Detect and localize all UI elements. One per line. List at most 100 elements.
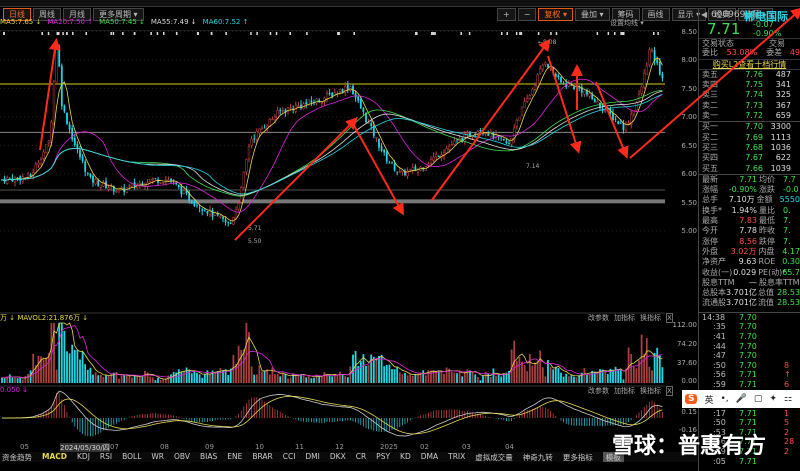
indicator-tab[interactable]: WR bbox=[151, 452, 164, 462]
signal-marker bbox=[653, 32, 655, 35]
indicator-tab[interactable]: OBV bbox=[174, 452, 190, 462]
candle-body bbox=[661, 73, 664, 78]
toolbar-button[interactable]: 复权 ▾ bbox=[538, 8, 573, 21]
indicator-tab[interactable]: TRIX bbox=[448, 452, 465, 462]
candle-body bbox=[162, 182, 165, 184]
volume-bar bbox=[583, 368, 586, 383]
candle-body bbox=[432, 156, 435, 161]
quote-cell: 买五 bbox=[702, 163, 718, 173]
candle-body bbox=[255, 131, 258, 140]
volume-bar bbox=[388, 364, 391, 383]
panel-button[interactable]: 换指标 bbox=[640, 387, 661, 395]
indicator-tab[interactable]: BIAS bbox=[200, 452, 217, 462]
ime-button[interactable]: S bbox=[685, 394, 698, 404]
ime-button[interactable]: •, bbox=[721, 394, 729, 404]
stat-label: PE(动)* bbox=[758, 267, 787, 277]
candle-body bbox=[47, 140, 50, 144]
panel-button[interactable]: 改参数 bbox=[588, 314, 609, 322]
candle-body bbox=[229, 223, 232, 224]
l2-upgrade-link[interactable]: 购买L2查看十档行情 bbox=[699, 58, 800, 69]
tick-volume: 2 bbox=[784, 427, 790, 437]
kline-chart[interactable]: ←8.08 5.71 5.50 7.14 bbox=[0, 30, 665, 440]
indicator-tab[interactable]: MACD bbox=[42, 452, 67, 462]
candle-body bbox=[247, 146, 251, 160]
quote-cell: 7.76 bbox=[745, 69, 763, 79]
ime-button[interactable]: ✦ bbox=[769, 394, 777, 404]
indicator-tab[interactable]: 更多指标 bbox=[563, 452, 593, 462]
indicator-tab[interactable]: CR bbox=[356, 452, 366, 462]
toolbar-button[interactable]: − bbox=[517, 8, 537, 21]
indicator-tab[interactable]: DKX bbox=[330, 452, 346, 462]
panel-button[interactable]: 加指标 bbox=[614, 387, 635, 395]
indicator-tab[interactable]: DMI bbox=[305, 452, 319, 462]
signal-marker bbox=[269, 32, 272, 35]
panel-button[interactable]: X bbox=[666, 386, 673, 396]
signal-marker bbox=[613, 32, 616, 35]
prev-stock-icon[interactable]: ◀ bbox=[701, 10, 707, 19]
date-tick: 12 bbox=[335, 443, 344, 451]
candle-body bbox=[520, 106, 524, 117]
indicator-tab[interactable]: 神奇九转 bbox=[523, 452, 553, 462]
indicator-tab[interactable]: ENE bbox=[227, 452, 242, 462]
stat-label: 收益(一) bbox=[702, 267, 733, 277]
stat-label: 总值 bbox=[758, 288, 774, 298]
price-annotation: 7.14 bbox=[526, 163, 540, 170]
quote-cell: 659 bbox=[775, 111, 791, 121]
indicator-tab[interactable]: BRAR bbox=[252, 452, 272, 462]
volume-bar bbox=[640, 334, 643, 383]
indicator-tab[interactable]: DMA bbox=[421, 452, 438, 462]
indicator-tab[interactable]: BOLL bbox=[122, 452, 141, 462]
candle-body bbox=[489, 131, 492, 138]
indicator-tab[interactable]: 虚拟成交量 bbox=[475, 452, 513, 462]
volume-bar bbox=[224, 369, 227, 383]
quote-cell: 卖五 bbox=[702, 69, 718, 79]
panel-button[interactable]: 加指标 bbox=[614, 314, 635, 322]
volume-bar bbox=[63, 330, 66, 383]
top-menu-bar bbox=[0, 0, 800, 7]
stat-value: 28.53 bbox=[777, 288, 800, 298]
quote-cell: 487 bbox=[775, 69, 791, 79]
indicator-tab[interactable]: 资金趋势 bbox=[2, 452, 32, 462]
tick-volume: 8 bbox=[784, 360, 790, 370]
quote-row: 卖三 7.74 325 bbox=[699, 90, 800, 100]
set-ma-button[interactable]: 设置均线 ▾ bbox=[610, 18, 644, 28]
indicator-tab[interactable]: PSY bbox=[376, 452, 390, 462]
stat-row: 涨停 8.56 跌停 7. bbox=[699, 237, 800, 247]
tick-time: :47 bbox=[713, 351, 726, 361]
indicator-tab[interactable]: CCI bbox=[283, 452, 296, 462]
quote-cell: 3300 bbox=[770, 122, 791, 132]
stat-value: -0.90% bbox=[728, 185, 757, 195]
volume-bar bbox=[76, 350, 79, 383]
candle-body bbox=[201, 209, 204, 211]
candle-body bbox=[435, 154, 438, 157]
panel-button[interactable]: 改参数 bbox=[588, 387, 609, 395]
volume-bar bbox=[523, 365, 526, 383]
toolbar-button[interactable]: + bbox=[497, 8, 516, 21]
volume-bar bbox=[190, 373, 193, 383]
ime-button[interactable]: ▢ bbox=[754, 394, 763, 404]
indicator-tab[interactable]: KDJ bbox=[77, 452, 90, 462]
volume-bar bbox=[562, 376, 565, 383]
quote-cell: 7.70 bbox=[745, 122, 763, 132]
wc-value: 49 bbox=[789, 48, 800, 58]
stat-label: 最高 bbox=[702, 216, 718, 226]
volume-bar bbox=[185, 367, 188, 383]
signal-marker bbox=[434, 32, 436, 35]
stat-value: 0.30 bbox=[782, 257, 800, 267]
candle-body bbox=[544, 62, 547, 65]
ma-value: MA55:7.49 ↓ bbox=[150, 18, 197, 26]
stat-row: 最新 7.71 均价 7.7 bbox=[699, 175, 800, 185]
quote-cell: 卖二 bbox=[702, 100, 718, 110]
stat-label: 股息率TTM bbox=[759, 277, 800, 287]
quote-row: 卖五 7.76 487 bbox=[699, 70, 800, 80]
indicator-tab[interactable]: KD bbox=[400, 452, 411, 462]
ime-button[interactable]: ⚏ bbox=[784, 394, 792, 404]
candle-body bbox=[614, 119, 617, 120]
candle-body bbox=[645, 65, 648, 75]
toolbar-button[interactable]: 叠加 ▾ bbox=[574, 8, 610, 21]
toolbar-button[interactable]: 画线 bbox=[641, 8, 670, 21]
ime-button[interactable]: 🎤 bbox=[736, 394, 747, 404]
indicator-tab[interactable]: RSI bbox=[100, 452, 112, 462]
panel-button[interactable]: 换指标 bbox=[640, 314, 661, 322]
ime-button[interactable]: 英 bbox=[704, 393, 713, 406]
